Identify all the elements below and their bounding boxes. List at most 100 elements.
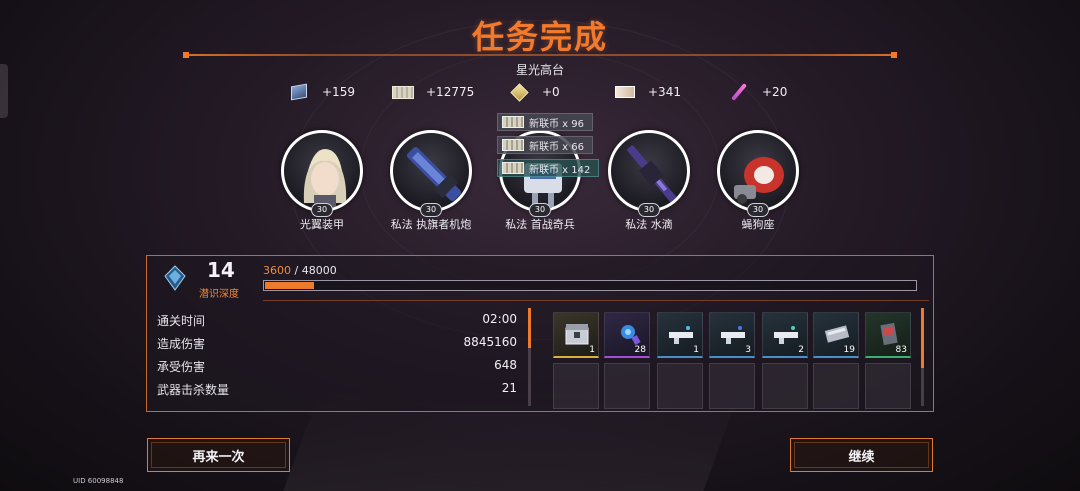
loot-count: 1 bbox=[693, 345, 699, 355]
stat-label: 武器击杀数量 bbox=[157, 383, 230, 397]
reward-value: +341 bbox=[648, 85, 681, 99]
card-pack-icon bbox=[880, 322, 898, 346]
reward-value: +20 bbox=[762, 85, 788, 99]
level-badge: 30 bbox=[420, 203, 442, 217]
blue-gear-icon bbox=[621, 325, 641, 345]
empty-loot-slot bbox=[604, 363, 650, 409]
xp-readout: 3600 / 48000 bbox=[263, 264, 337, 277]
stat-value: 8845160 bbox=[463, 335, 517, 349]
member-name: 光翼装甲 bbox=[300, 218, 344, 231]
reward-value: +159 bbox=[322, 85, 355, 99]
empty-loot-slot bbox=[865, 363, 911, 409]
reward-crate: +159 bbox=[288, 80, 355, 104]
level-badge: 30 bbox=[311, 203, 333, 217]
loot-slot[interactable]: 83 bbox=[865, 312, 911, 358]
loot-count: 3 bbox=[745, 345, 751, 355]
reward-pen: +20 bbox=[728, 80, 787, 104]
crate-icon bbox=[288, 81, 310, 103]
gun-blueprint-icon bbox=[774, 326, 798, 344]
member-name: 私法 执旗者机炮 bbox=[390, 218, 472, 231]
loot-grid: 1 28 1 3 2 19 83 bbox=[541, 306, 917, 410]
rewards-bar: +159 +12775 +0 +341 +20 bbox=[0, 80, 1080, 104]
loot-count: 28 bbox=[634, 345, 646, 355]
loot-count: 2 bbox=[798, 345, 804, 355]
chest-icon bbox=[565, 324, 589, 345]
empty-loot-slot bbox=[657, 363, 703, 409]
reward-value: +0 bbox=[542, 85, 560, 99]
depth-crystal-icon bbox=[161, 264, 189, 292]
pink-pen-icon bbox=[728, 81, 750, 103]
loot-scrollbar[interactable] bbox=[921, 308, 924, 406]
crystal-icon bbox=[508, 81, 530, 103]
stat-label: 承受伤害 bbox=[157, 360, 206, 374]
currency-popup: 新联币 x 96 bbox=[497, 113, 593, 131]
currency-popup: 新联币 x 66 bbox=[497, 136, 593, 154]
loot-count: 19 bbox=[843, 345, 855, 355]
user-id: UID 60098848 bbox=[73, 477, 124, 485]
continue-button[interactable]: 继续 bbox=[790, 438, 933, 472]
gun-blueprint-icon bbox=[721, 326, 745, 344]
stat-row: 武器击杀数量 21 bbox=[157, 381, 517, 399]
stat-row: 承受伤害 648 bbox=[157, 358, 517, 376]
loot-slot[interactable]: 2 bbox=[762, 312, 808, 358]
depth-level: 14 bbox=[207, 258, 235, 282]
popup-text: 新联币 x 96 bbox=[529, 118, 584, 130]
xp-current: 3600 bbox=[263, 264, 291, 277]
continue-label: 继续 bbox=[848, 449, 875, 465]
depth-label: 潜识深度 bbox=[199, 289, 239, 300]
stat-value: 21 bbox=[501, 381, 517, 395]
reward-ticket: +341 bbox=[614, 80, 681, 104]
gun-blueprint-icon bbox=[669, 326, 693, 344]
empty-loot-slot bbox=[553, 363, 599, 409]
page-title: 任务完成 bbox=[471, 18, 608, 56]
ticket-icon bbox=[614, 81, 636, 103]
loot-count: 1 bbox=[589, 345, 595, 355]
level-badge: 30 bbox=[638, 203, 660, 217]
team-member-1[interactable]: 30 光翼装甲 bbox=[267, 130, 377, 231]
banknote-icon bbox=[502, 162, 524, 174]
reward-crystal: +0 bbox=[508, 80, 560, 104]
member-name: 私法 水滴 bbox=[625, 218, 673, 231]
loot-slot[interactable]: 28 bbox=[604, 312, 650, 358]
loot-slot[interactable]: 1 bbox=[553, 312, 599, 358]
red-mech-icon bbox=[717, 130, 799, 212]
popup-text: 新联币 x 142 bbox=[529, 164, 591, 176]
currency-popup: 新联币 x 142 bbox=[497, 159, 600, 177]
banknote-icon bbox=[502, 139, 524, 151]
results-panel: 14 潜识深度 3600 / 48000 通关时间 02:00 造成伤害 884… bbox=[146, 255, 934, 412]
reward-value: +12775 bbox=[426, 85, 475, 99]
level-badge: 30 bbox=[747, 203, 769, 217]
empty-loot-slot bbox=[762, 363, 808, 409]
stat-row: 造成伤害 8845160 bbox=[157, 335, 517, 353]
loot-slot[interactable]: 1 bbox=[657, 312, 703, 358]
retry-label: 再来一次 bbox=[192, 449, 245, 465]
xp-progress-fill bbox=[265, 282, 314, 289]
team-member-4[interactable]: 30 私法 水滴 bbox=[594, 130, 704, 231]
retry-button[interactable]: 再来一次 bbox=[147, 438, 290, 472]
empty-loot-slot bbox=[813, 363, 859, 409]
stat-label: 通关时间 bbox=[157, 314, 206, 328]
loot-slot[interactable]: 19 bbox=[813, 312, 859, 358]
team-member-2[interactable]: 30 私法 执旗者机炮 bbox=[376, 130, 486, 231]
stat-value: 02:00 bbox=[482, 312, 517, 326]
title-area: 任务完成 bbox=[0, 0, 1080, 64]
cannon-weapon-icon bbox=[390, 130, 472, 212]
loot-slot[interactable]: 3 bbox=[709, 312, 755, 358]
stat-value: 648 bbox=[494, 358, 517, 372]
stat-row: 通关时间 02:00 bbox=[157, 312, 517, 330]
rifle-weapon-icon bbox=[608, 130, 690, 212]
metal-plate-icon bbox=[824, 325, 850, 343]
banknote-icon bbox=[392, 81, 414, 103]
level-badge: 30 bbox=[529, 203, 551, 217]
member-name: 蝇狗座 bbox=[741, 218, 775, 231]
loot-count: 83 bbox=[895, 345, 907, 355]
team-member-5[interactable]: 30 蝇狗座 bbox=[703, 130, 813, 231]
xp-max: / 48000 bbox=[294, 264, 337, 277]
stage-name: 星光高台 bbox=[515, 63, 564, 77]
stats-scrollbar[interactable] bbox=[528, 308, 531, 406]
stat-label: 造成伤害 bbox=[157, 337, 206, 351]
member-name: 私法 首战奇兵 bbox=[505, 218, 575, 231]
popup-text: 新联币 x 66 bbox=[529, 141, 584, 153]
title-underline bbox=[183, 52, 897, 58]
banknote-icon bbox=[502, 116, 524, 128]
